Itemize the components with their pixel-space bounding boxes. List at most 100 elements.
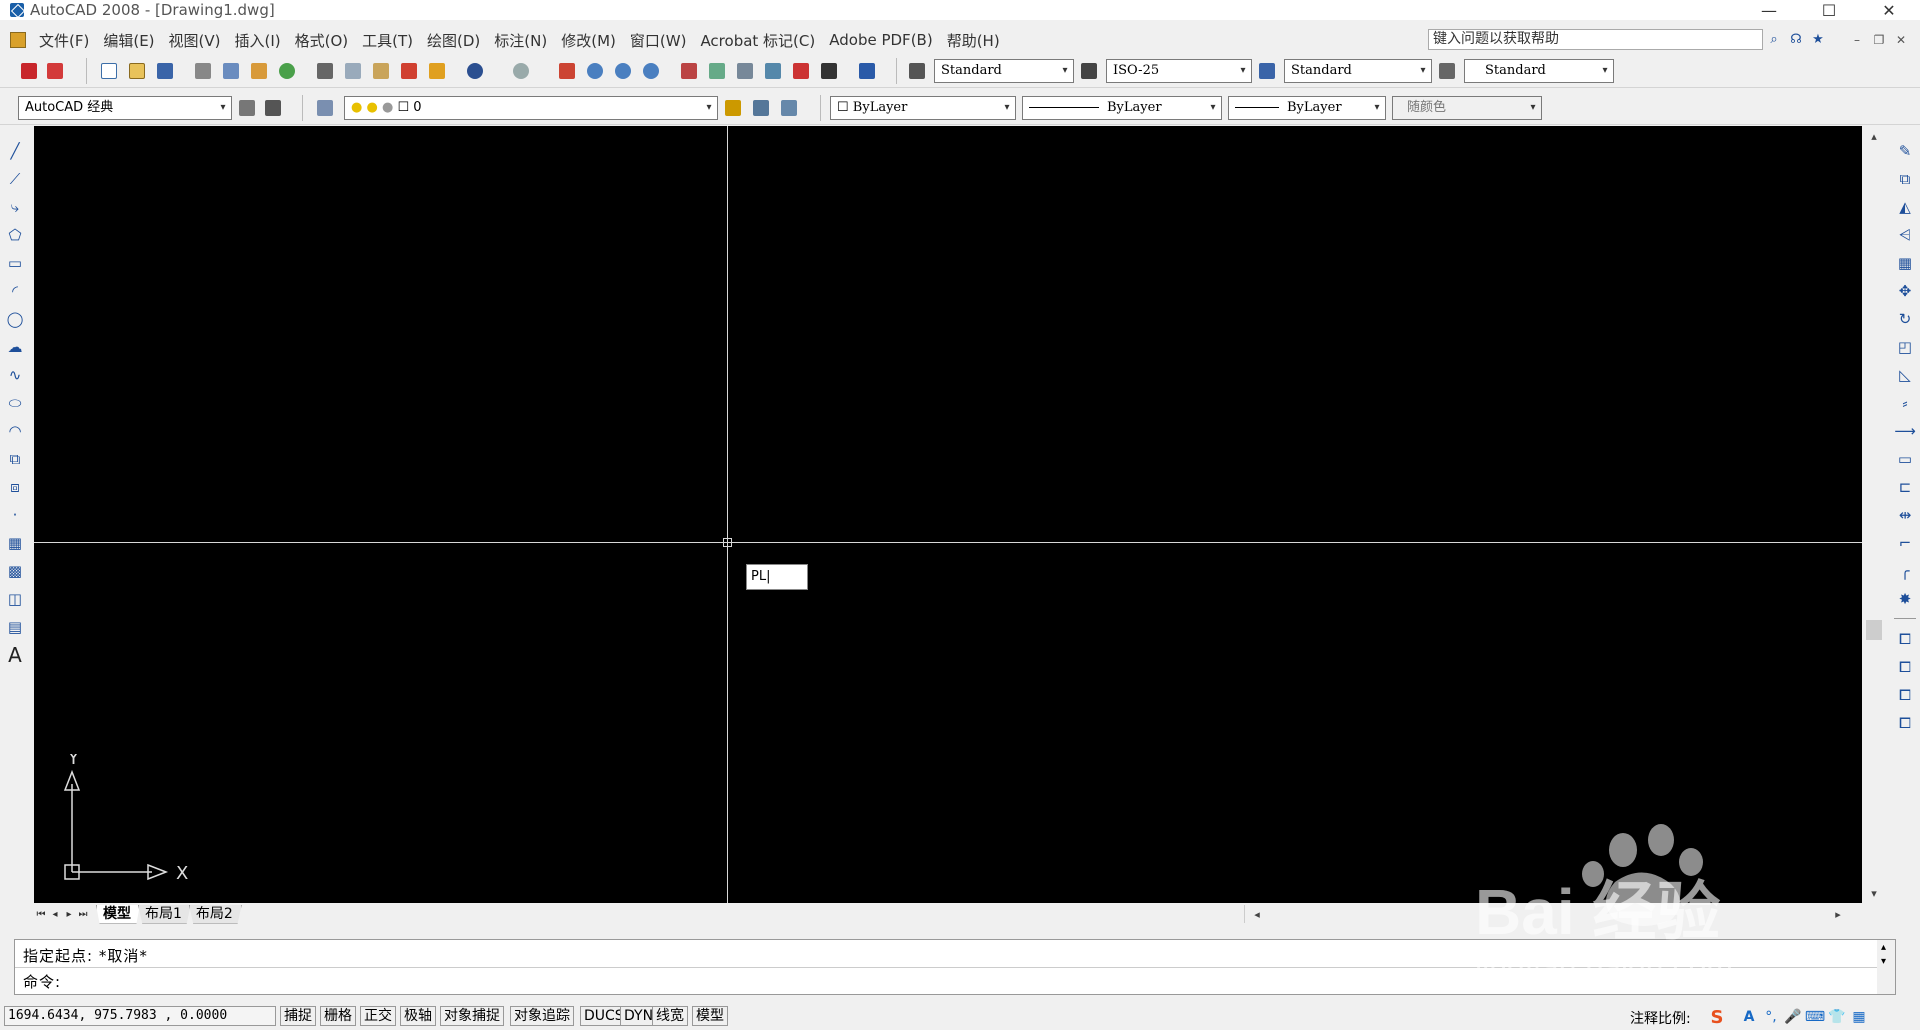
scroll-thumb[interactable]: [1866, 620, 1882, 640]
properties-icon[interactable]: [678, 60, 700, 82]
lineweight-combo[interactable]: ByLayer ▾: [1228, 96, 1386, 120]
match-properties-icon[interactable]: [398, 60, 420, 82]
publish-icon[interactable]: [248, 60, 270, 82]
join-icon[interactable]: ⇹: [1894, 504, 1916, 526]
acrobat-convert-icon[interactable]: [18, 60, 40, 82]
redo-icon[interactable]: [510, 60, 532, 82]
menu-edit[interactable]: 编辑(E): [96, 30, 161, 51]
ellipse-icon[interactable]: ⬭: [4, 392, 26, 414]
pan-icon[interactable]: [556, 60, 578, 82]
design-center-icon[interactable]: [706, 60, 728, 82]
table-style-icon[interactable]: [1256, 60, 1278, 82]
zoom-realtime-icon[interactable]: [584, 60, 606, 82]
grid-toggle[interactable]: 栅格: [320, 1006, 356, 1026]
point-icon[interactable]: ·: [4, 504, 26, 526]
open-file-icon[interactable]: [126, 60, 148, 82]
scroll-down-icon[interactable]: ▾: [1881, 956, 1886, 967]
paste-icon[interactable]: [370, 60, 392, 82]
table-icon[interactable]: ▤: [4, 616, 26, 638]
multiline-text-icon[interactable]: A: [4, 643, 26, 667]
new-file-icon[interactable]: [98, 60, 120, 82]
send-under-icon[interactable]: ⧠: [1894, 712, 1916, 734]
chamfer-icon[interactable]: ⌐: [1894, 532, 1916, 554]
punctuation-icon[interactable]: °,: [1762, 1008, 1780, 1026]
menu-file[interactable]: 文件(F): [32, 30, 96, 51]
explode-icon[interactable]: ✸: [1894, 588, 1916, 610]
trim-icon[interactable]: ⸗: [1894, 392, 1916, 414]
maximize-button[interactable]: ☐: [1806, 0, 1852, 20]
line-icon[interactable]: ╱: [4, 140, 26, 162]
zoom-window-icon[interactable]: [612, 60, 634, 82]
mdi-close-button[interactable]: ✕: [1892, 32, 1910, 48]
dim-style-combo[interactable]: ISO-25 ▾: [1106, 59, 1252, 83]
ortho-toggle[interactable]: 正交: [360, 1006, 396, 1026]
offset-icon[interactable]: ⩤: [1894, 224, 1916, 246]
scroll-left-icon[interactable]: ◂: [1249, 906, 1265, 922]
coordinate-readout[interactable]: 1694.6434, 975.7983 , 0.0000: [4, 1006, 276, 1026]
skin-icon[interactable]: 👕: [1828, 1008, 1846, 1026]
menu-dimension[interactable]: 标注(N): [487, 30, 554, 51]
tab-layout1[interactable]: 布局1: [138, 904, 191, 924]
menu-format[interactable]: 格式(O): [288, 30, 356, 51]
plot-icon[interactable]: [192, 60, 214, 82]
menu-modify[interactable]: 修改(M): [554, 30, 623, 51]
scroll-up-icon[interactable]: ▴: [1881, 942, 1886, 953]
tab-model[interactable]: 模型: [96, 904, 140, 924]
workspace-combo[interactable]: AutoCAD 经典 ▾: [18, 96, 232, 120]
command-window[interactable]: 指定起点: *取消* 命令: ▴ ▾: [14, 939, 1896, 995]
scroll-down-icon[interactable]: ▾: [1866, 885, 1882, 901]
sheet-set-icon[interactable]: [762, 60, 784, 82]
menu-window[interactable]: 窗口(W): [623, 30, 694, 51]
first-tab-icon[interactable]: ⏮: [34, 906, 48, 922]
arc-icon[interactable]: ◜: [4, 280, 26, 302]
input-mode-icon[interactable]: A: [1740, 1008, 1758, 1026]
annotation-scale-label[interactable]: 注释比例:: [1630, 1008, 1691, 1028]
layer-previous-icon[interactable]: [750, 97, 772, 119]
mleader-style-combo[interactable]: Standard ▾: [1464, 59, 1614, 83]
text-style-icon[interactable]: [906, 60, 928, 82]
menu-insert[interactable]: 插入(I): [228, 30, 288, 51]
model-space-toggle[interactable]: 模型: [692, 1006, 728, 1026]
otrack-toggle[interactable]: 对象追踪: [510, 1006, 574, 1026]
communication-center-icon[interactable]: ☊: [1786, 30, 1806, 49]
cut-icon[interactable]: [314, 60, 336, 82]
layer-combo[interactable]: ● ● ● ☐ 0 ▾: [344, 96, 718, 120]
menu-draw[interactable]: 绘图(D): [420, 30, 487, 51]
command-scrollbar[interactable]: ▴ ▾: [1877, 940, 1895, 994]
draw-order-front-icon[interactable]: ⧠: [1894, 628, 1916, 650]
layer-states-icon[interactable]: [778, 97, 800, 119]
mdi-minimize-button[interactable]: –: [1848, 32, 1866, 48]
close-button[interactable]: ✕: [1866, 0, 1912, 20]
hatch-icon[interactable]: ▦: [4, 532, 26, 554]
last-tab-icon[interactable]: ⏭: [76, 906, 90, 922]
document-icon[interactable]: [10, 32, 26, 48]
mdi-restore-button[interactable]: ❐: [1870, 32, 1888, 48]
toolbox-icon[interactable]: ▦: [1850, 1008, 1868, 1026]
snap-toggle[interactable]: 捕捉: [280, 1006, 316, 1026]
tab-layout2[interactable]: 布局2: [188, 904, 242, 924]
menu-adobe-pdf[interactable]: Adobe PDF(B): [822, 31, 939, 49]
rectangle-icon[interactable]: ▭: [4, 252, 26, 274]
table-style-combo[interactable]: Standard ▾: [1284, 59, 1432, 83]
favorites-star-icon[interactable]: ★: [1808, 30, 1828, 49]
scroll-up-icon[interactable]: ▴: [1866, 128, 1882, 144]
tool-palettes-icon[interactable]: [734, 60, 756, 82]
copy-icon[interactable]: [342, 60, 364, 82]
polyline-icon[interactable]: ⤷: [4, 196, 26, 218]
markup-icon[interactable]: [790, 60, 812, 82]
color-combo[interactable]: ☐ ByLayer ▾: [830, 96, 1016, 120]
region-icon[interactable]: ◫: [4, 588, 26, 610]
menu-tools[interactable]: 工具(T): [355, 30, 420, 51]
layer-properties-icon[interactable]: [314, 97, 336, 119]
scroll-right-icon[interactable]: ▸: [1830, 906, 1846, 922]
insert-block-icon[interactable]: ⧉: [4, 448, 26, 470]
menu-help[interactable]: 帮助(H): [940, 30, 1007, 51]
construction-line-icon[interactable]: ⟋: [4, 168, 26, 190]
next-tab-icon[interactable]: ▸: [62, 906, 76, 922]
bring-above-icon[interactable]: ⧠: [1894, 684, 1916, 706]
help-icon[interactable]: [856, 60, 878, 82]
stretch-icon[interactable]: ◺: [1894, 364, 1916, 386]
vertical-scrollbar[interactable]: ▴ ▾: [1862, 126, 1886, 903]
keyboard-icon[interactable]: ⌨: [1805, 1008, 1825, 1026]
help-search-input[interactable]: 键入问题以获取帮助: [1428, 29, 1763, 50]
